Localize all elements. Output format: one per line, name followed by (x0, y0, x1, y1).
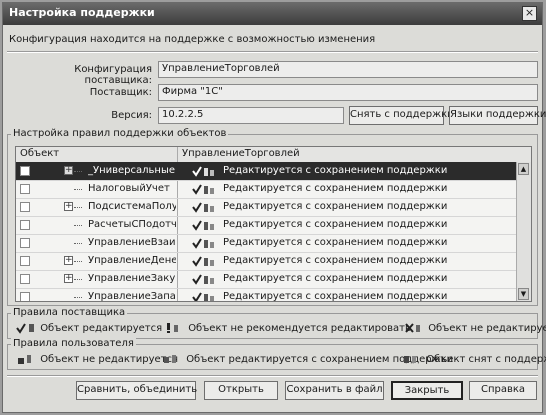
user-rules-title: Правила пользователя (11, 338, 136, 349)
row-checkbox[interactable] (20, 292, 30, 301)
support-rule-icon (192, 292, 214, 301)
table-row[interactable]: + УправлениеЗакуп... Редактируется с сохра… (16, 270, 517, 289)
help-button[interactable]: Справка (469, 381, 537, 400)
table-row[interactable]: РасчетыСПодотче... Редактируется с сохран… (16, 216, 517, 235)
row-checkbox[interactable] (20, 202, 30, 212)
compare-merge-button[interactable]: Сравнить, объединить (76, 381, 197, 400)
table-row[interactable]: НалоговыйУчет Редактируется с сохранением… (16, 180, 517, 199)
rule-text: Редактируется с сохранением поддержки (223, 219, 448, 230)
scroll-up-icon[interactable]: ▲ (518, 163, 529, 175)
legend-user-not-editable: Объект не редактируется (15, 353, 178, 365)
rule-text: Редактируется с сохранением поддержки (223, 291, 448, 302)
rule-text: Редактируется с сохранением поддержки (223, 237, 448, 248)
tree-line (74, 279, 82, 280)
rules-group-title: Настройка правил поддержки объектов (11, 128, 229, 139)
table-row[interactable]: + УправлениеДене... Редактируется с сохран… (16, 252, 517, 271)
object-name: ПодсистемаПолуч... (88, 201, 176, 212)
supplier-config-label: Конфигурация поставщика: (74, 64, 152, 86)
table-row[interactable]: УправлениеВзаим... Редактируется с сохран… (16, 234, 517, 253)
expand-icon[interactable]: + (64, 166, 73, 175)
table-row[interactable]: + _Универсальные... Редактируется с сохран… (16, 162, 517, 181)
close-window-button[interactable]: × (522, 6, 537, 21)
expand-icon[interactable]: + (64, 202, 73, 211)
object-name: УправлениеВзаим... (88, 237, 176, 248)
window-title: Настройка поддержки (9, 6, 155, 19)
close-button[interactable]: Закрыть (391, 381, 463, 400)
tree-line (74, 261, 82, 262)
row-checkbox[interactable] (20, 238, 30, 248)
row-checkbox[interactable] (20, 166, 30, 176)
lock-icon (18, 355, 31, 364)
tree-line (74, 171, 82, 172)
object-name: НалоговыйУчет (88, 183, 170, 194)
version-label: Версия: (111, 110, 152, 121)
support-rule-icon (192, 166, 214, 177)
supplier-rules-title: Правила поставщика (11, 307, 128, 318)
rule-text: Редактируется с сохранением поддержки (223, 165, 448, 176)
object-name: УправлениеЗакуп... (88, 273, 176, 284)
column-rule[interactable]: УправлениеТорговлей (182, 148, 300, 159)
cross-icon (405, 323, 420, 333)
tree-line (74, 207, 82, 208)
warning-icon (167, 323, 178, 333)
support-rule-icon (192, 202, 214, 213)
rule-text: Редактируется с сохранением поддержки (223, 255, 448, 266)
check-pencil-icon (16, 323, 34, 334)
tree-line (74, 243, 82, 244)
separator (7, 375, 538, 377)
remove-support-button[interactable]: Снять с поддержки (349, 106, 454, 125)
support-rule-icon (192, 220, 214, 231)
object-name: УправлениеЗапас... (88, 291, 176, 302)
tree-line (74, 189, 82, 190)
vendor-field[interactable]: Фирма "1С" (158, 84, 538, 101)
pencil-icon (164, 355, 176, 363)
row-checkbox[interactable] (20, 184, 30, 194)
tree-line (74, 225, 82, 226)
table-header: Объект УправлениеТорговлей (16, 147, 531, 163)
support-status-text: Конфигурация находится на поддержке с во… (9, 34, 376, 45)
rule-text: Редактируется с сохранением поддержки (223, 201, 448, 212)
legend-not-editable: Объект не редактируется (403, 322, 546, 334)
support-settings-window: Настройка поддержки × Конфигурация наход… (2, 2, 546, 413)
rule-text: Редактируется с сохранением поддержки (223, 273, 448, 284)
legend-not-recommended: Объект не рекомендуется редактировать (163, 322, 411, 334)
unlinked-icon (404, 356, 416, 363)
objects-tree-table[interactable]: Объект УправлениеТорговлей + _Универсальн… (15, 146, 532, 302)
supplier-config-field[interactable]: УправлениеТорговлей (158, 61, 538, 78)
support-rule-icon (192, 238, 214, 249)
object-name: УправлениеДене... (88, 255, 176, 266)
object-name: РасчетыСПодотче... (88, 219, 176, 230)
version-field[interactable]: 10.2.2.5 (158, 107, 344, 124)
legend-user-removed: Объект снят с поддержки (401, 353, 546, 365)
legend-editable: Объект редактируется (15, 322, 162, 334)
table-row[interactable]: УправлениеЗапас... Редактируется с сохран… (16, 288, 517, 302)
expand-icon[interactable]: + (64, 274, 73, 283)
object-name: _Универсальные... (88, 165, 176, 176)
vertical-scrollbar[interactable]: ▲ ▼ (516, 162, 531, 301)
separator (7, 51, 538, 53)
scroll-down-icon[interactable]: ▼ (518, 288, 529, 300)
title-bar[interactable]: Настройка поддержки × (3, 3, 542, 25)
support-rule-icon (192, 274, 214, 285)
support-languages-button[interactable]: Языки поддержки (449, 106, 546, 125)
support-rule-icon (192, 256, 214, 267)
vendor-label: Поставщик: (89, 87, 152, 98)
table-row[interactable]: + ПодсистемаПолуч... Редактируется с сохра… (16, 198, 517, 217)
tree-line (74, 297, 82, 298)
support-rule-icon (192, 184, 214, 195)
column-object[interactable]: Объект (20, 148, 59, 159)
rule-text: Редактируется с сохранением поддержки (223, 183, 448, 194)
save-to-file-button[interactable]: Сохранить в файл (285, 381, 384, 400)
row-checkbox[interactable] (20, 256, 30, 266)
row-checkbox[interactable] (20, 220, 30, 230)
row-checkbox[interactable] (20, 274, 30, 284)
expand-icon[interactable]: + (64, 256, 73, 265)
open-button[interactable]: Открыть (204, 381, 278, 400)
